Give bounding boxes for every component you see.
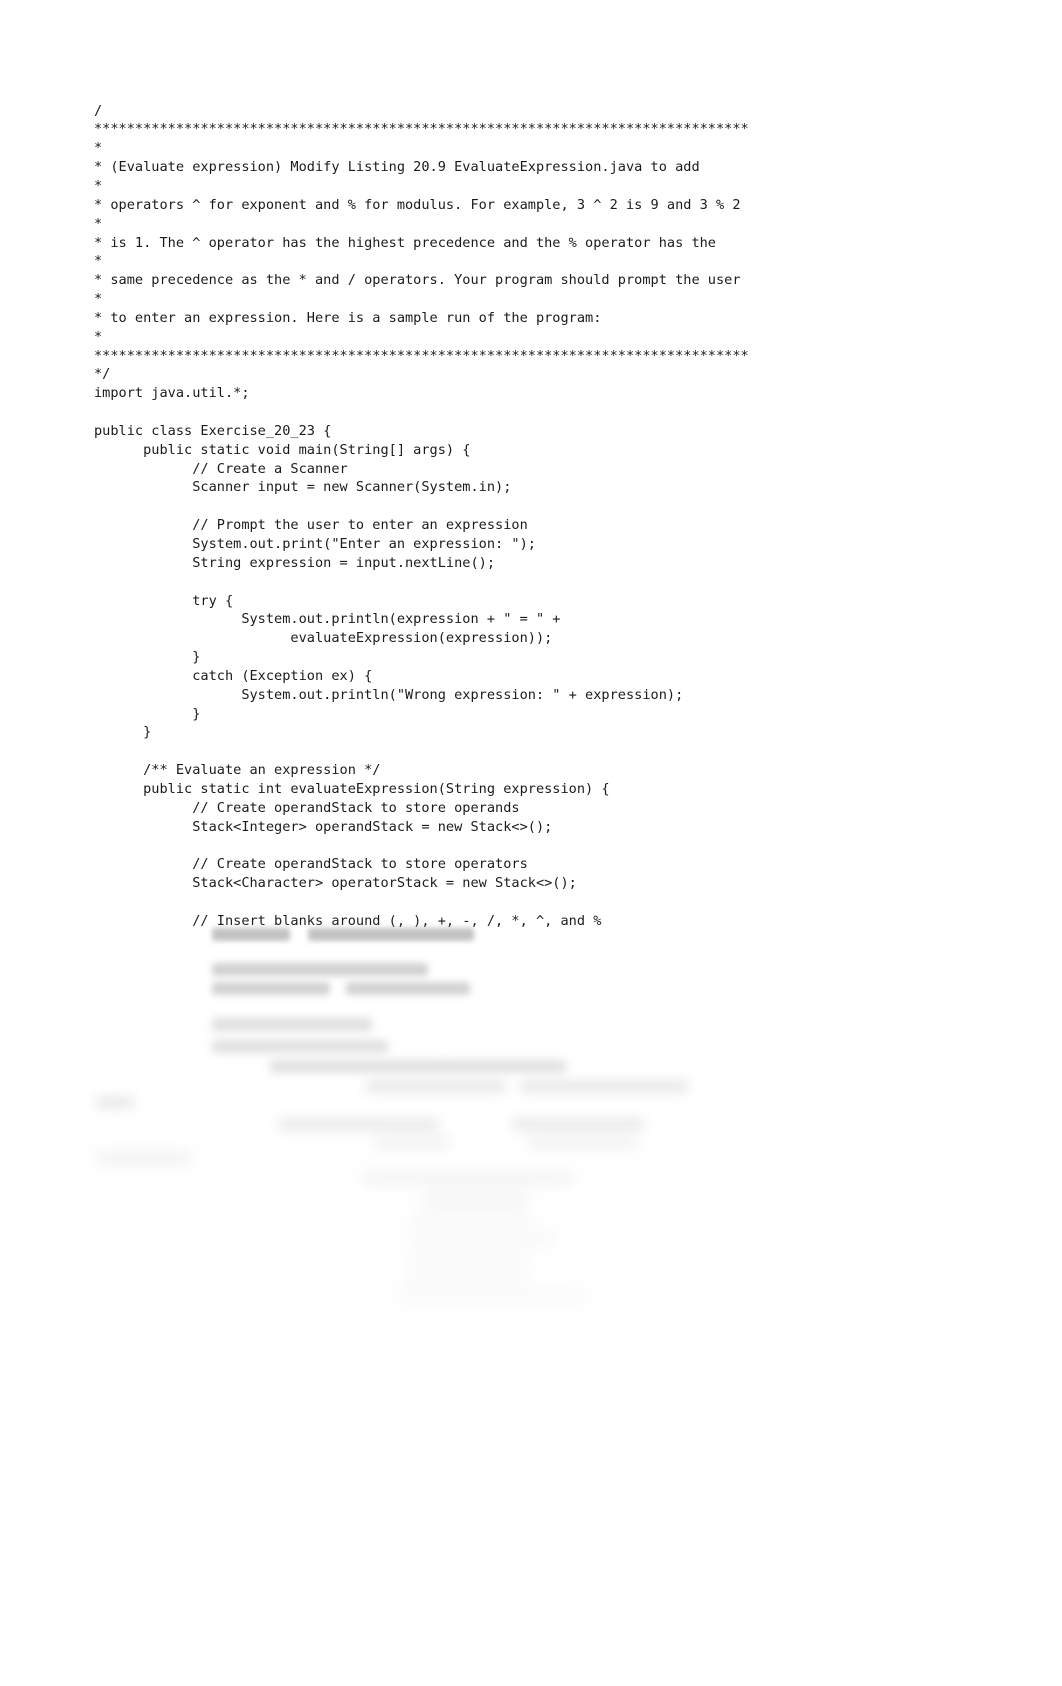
code-line: System.out.println(expression + " = " + <box>94 611 561 628</box>
code-line: System.out.print("Enter an expression: "… <box>94 536 536 552</box>
obscured-text-block <box>346 982 470 995</box>
code-line: catch (Exception ex) { <box>94 667 373 684</box>
obscured-text-block <box>366 1080 506 1093</box>
obscured-text-block <box>410 1232 558 1245</box>
code-line: // Prompt the user to enter an expressio… <box>94 517 528 534</box>
obscured-text-block <box>408 1252 528 1265</box>
obscured-text-block <box>528 1136 638 1149</box>
obscured-text-block <box>444 1060 566 1073</box>
code-line: } <box>94 724 152 741</box>
code-line: // Create a Scanner <box>94 460 348 477</box>
obscured-code-region <box>0 920 1062 1340</box>
obscured-text-block <box>212 982 330 995</box>
obscured-text-block <box>512 1118 644 1131</box>
obscured-text-block <box>270 1060 446 1073</box>
document-page: / ***************************************… <box>0 0 1062 1686</box>
obscured-text-block <box>212 1018 372 1031</box>
code-line: try { <box>94 592 234 609</box>
code-line: Scanner input = new Scanner(System.in); <box>94 479 512 496</box>
code-line: / <box>94 102 103 119</box>
code-line: // Insert blanks around (, ), +, -, /, *… <box>94 912 602 929</box>
code-line: * is 1. The ^ operator has the highest p… <box>94 234 716 251</box>
code-line: public static void main(String[] args) { <box>94 441 471 458</box>
code-line: * <box>94 140 103 157</box>
code-line: } <box>94 705 201 722</box>
obscured-text-block <box>410 1212 532 1225</box>
code-line: String expression = input.nextLine(); <box>94 554 496 571</box>
obscured-text-block <box>398 1290 588 1303</box>
code-line: * operators ^ for exponent and % for mod… <box>94 196 741 213</box>
code-line: // Create operandStack to store operands <box>94 799 520 816</box>
code-line: * <box>94 291 103 308</box>
code-line: evaluateExpression(expression)); <box>94 630 553 647</box>
code-line: Stack<Character> operatorStack = new Sta… <box>94 875 577 892</box>
obscured-text-block <box>362 1172 574 1185</box>
obscured-text-block <box>212 1040 388 1053</box>
obscured-text-block <box>278 1118 438 1131</box>
code-line: * same precedence as the * and / operato… <box>94 272 741 289</box>
source-code-listing: / ***************************************… <box>94 102 994 931</box>
code-line: public static int evaluateExpression(Str… <box>94 780 610 797</box>
code-line: /** Evaluate an expression */ <box>94 762 381 779</box>
fade-overlay <box>0 915 1062 1375</box>
code-line: System.out.println("Wrong expression: " … <box>94 686 684 703</box>
obscured-text-block <box>374 1136 450 1149</box>
code-line: // Create operandStack to store operator… <box>94 856 528 873</box>
code-line: * (Evaluate expression) Modify Listing 2… <box>94 159 700 176</box>
code-line: * <box>94 177 103 194</box>
obscured-text-block <box>520 1080 688 1093</box>
code-line: ****************************************… <box>94 121 749 138</box>
code-line: Stack<Integer> operandStack = new Stack<… <box>94 818 553 835</box>
code-line: * <box>94 253 103 270</box>
code-line: */ <box>94 366 111 383</box>
page-bottom-margin <box>0 1330 1062 1686</box>
obscured-text-block <box>404 1272 528 1285</box>
obscured-text-block <box>212 963 428 976</box>
code-line: public class Exercise_20_23 { <box>94 422 332 439</box>
code-line: * <box>94 215 103 232</box>
obscured-text-block <box>96 1096 134 1109</box>
code-line: * <box>94 328 103 345</box>
code-line: import java.util.*; <box>94 385 250 402</box>
code-line: } <box>94 649 201 666</box>
obscured-text-block <box>424 1192 528 1205</box>
obscured-text-block <box>96 1152 192 1165</box>
code-line: * to enter an expression. Here is a samp… <box>94 309 602 326</box>
code-line: ****************************************… <box>94 347 749 364</box>
